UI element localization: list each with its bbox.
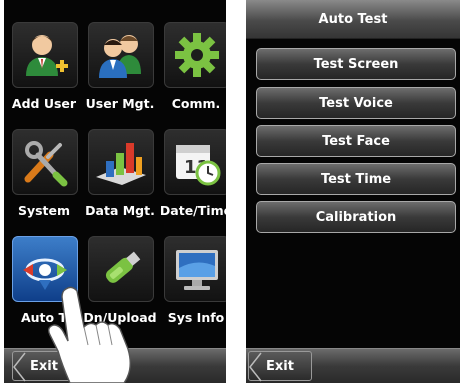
gear-icon bbox=[164, 22, 226, 88]
monitor-icon bbox=[164, 236, 226, 302]
exit-label: Exit bbox=[266, 358, 294, 374]
auto-test-screen: Auto Test Test Screen Test Voice Test Fa… bbox=[246, 0, 460, 383]
menu-label-data-mgt: Data Mgt. bbox=[85, 203, 155, 218]
menu-item-sys-info[interactable]: Sys Info bbox=[161, 220, 226, 325]
menu-item-user-mgt[interactable]: User Mgt. bbox=[85, 6, 154, 111]
calibration-button[interactable]: Calibration bbox=[256, 201, 456, 233]
menu-item-comm[interactable]: Comm. bbox=[161, 6, 226, 111]
menu-label-comm: Comm. bbox=[171, 96, 221, 111]
hand-pointer-icon bbox=[47, 286, 131, 383]
add-user-icon bbox=[12, 22, 78, 88]
test-voice-button[interactable]: Test Voice bbox=[256, 87, 456, 119]
main-menu-screen: Add User User Mgt. Comm. System Data Mgt… bbox=[4, 0, 226, 383]
test-face-button[interactable]: Test Face bbox=[256, 125, 456, 157]
menu-item-date-time[interactable]: 11 Date/Time bbox=[160, 113, 226, 218]
test-screen-button[interactable]: Test Screen bbox=[256, 48, 456, 80]
bottom-bar: Exit bbox=[246, 348, 460, 383]
menu-item-add-user[interactable]: Add User bbox=[9, 6, 78, 111]
menu-label-date-time: Date/Time bbox=[159, 203, 226, 218]
back-arrow-icon bbox=[249, 352, 262, 382]
menu-item-system[interactable]: System bbox=[9, 113, 78, 218]
users-icon bbox=[88, 22, 154, 88]
page-title: Auto Test bbox=[246, 0, 460, 39]
exit-button[interactable]: Exit bbox=[248, 351, 312, 382]
back-arrow-icon bbox=[13, 352, 26, 382]
tools-icon bbox=[12, 129, 78, 195]
calendar-clock-icon: 11 bbox=[164, 129, 226, 195]
test-time-button[interactable]: Test Time bbox=[256, 163, 456, 195]
menu-label-system: System bbox=[17, 203, 71, 218]
menu-label-user-mgt: User Mgt. bbox=[85, 96, 155, 111]
bar-chart-icon bbox=[88, 129, 154, 195]
menu-label-add-user: Add User bbox=[11, 96, 77, 111]
menu-label-sys-info: Sys Info bbox=[167, 310, 225, 325]
menu-item-data-mgt[interactable]: Data Mgt. bbox=[85, 113, 155, 218]
